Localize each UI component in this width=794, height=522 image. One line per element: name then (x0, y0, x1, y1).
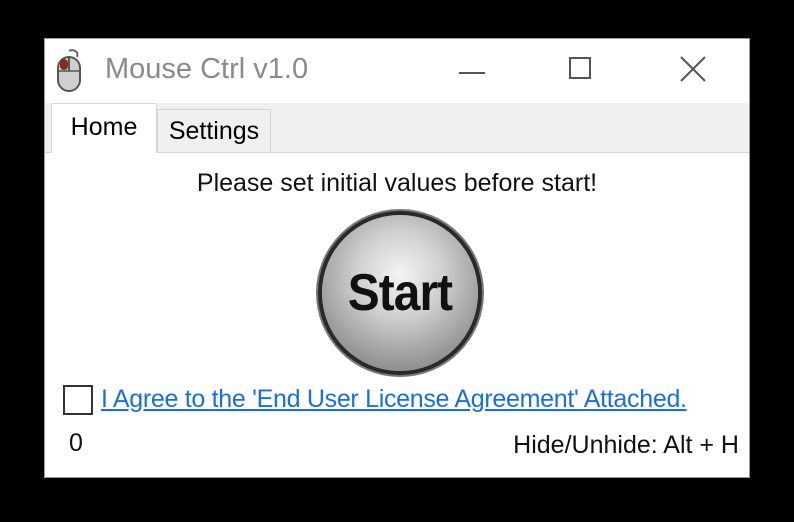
counter-value: 0 (69, 429, 83, 457)
maximize-icon (569, 57, 591, 79)
eula-link[interactable]: I Agree to the 'End User License Agreeme… (101, 385, 687, 414)
minimize-icon (459, 72, 485, 74)
start-button[interactable]: Start (322, 215, 478, 371)
eula-checkbox[interactable] (63, 385, 93, 415)
hotkey-hint: Hide/Unhide: Alt + H (513, 431, 739, 459)
tab-home[interactable]: Home (51, 103, 157, 153)
minimize-button[interactable] (441, 45, 501, 95)
maximize-button[interactable] (551, 45, 611, 95)
tab-settings[interactable]: Settings (157, 109, 271, 153)
close-button[interactable] (663, 45, 723, 95)
window-title: Mouse Ctrl v1.0 (105, 53, 309, 85)
close-icon (680, 56, 706, 82)
app-window: Mouse Ctrl v1.0 Home Settings Please set… (44, 38, 750, 478)
mouse-icon (57, 49, 81, 92)
start-button-label: Start (347, 264, 453, 322)
title-bar[interactable]: Mouse Ctrl v1.0 (45, 39, 749, 103)
tab-strip: Home Settings (45, 103, 749, 153)
instruction-message: Please set initial values before start! (196, 169, 598, 197)
